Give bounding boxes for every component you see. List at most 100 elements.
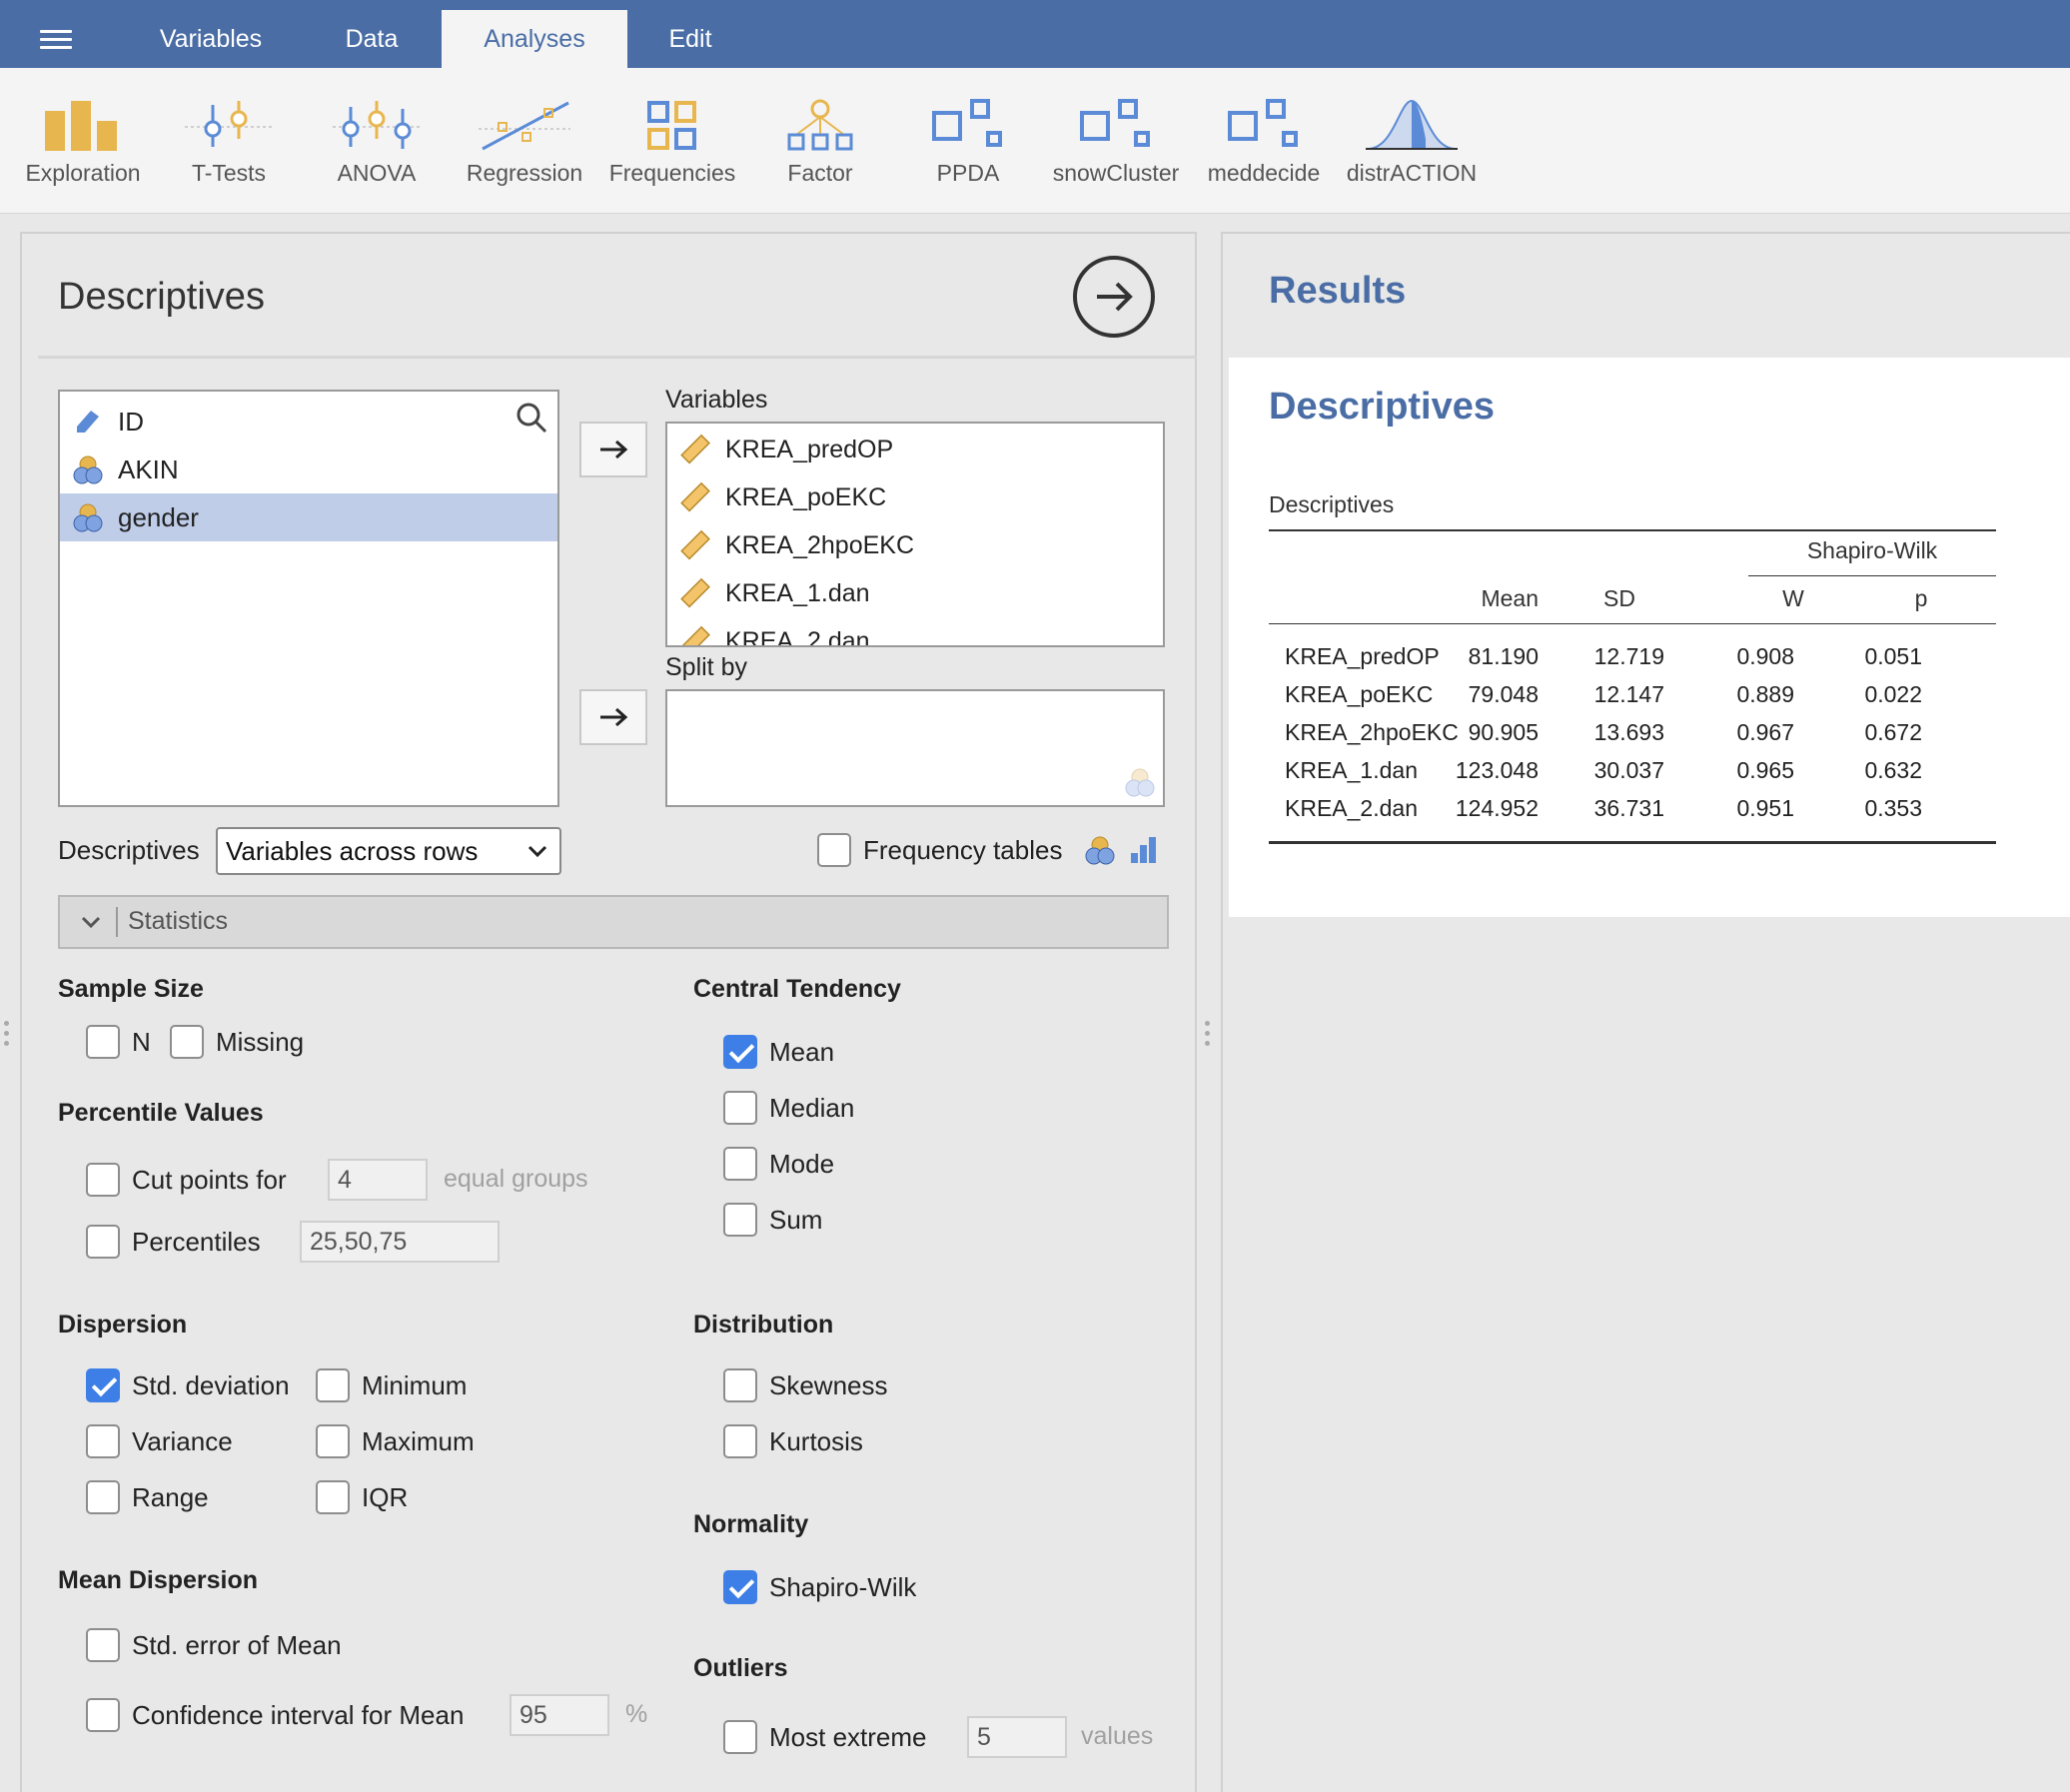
ribbon-ttests[interactable]: T-Tests [156, 96, 302, 187]
tab-data[interactable]: Data [294, 10, 450, 68]
target-variable-item[interactable]: KREA_2hpoEKC [677, 521, 914, 569]
ci-mean-input[interactable]: 95 [510, 1694, 609, 1736]
std-deviation-checkbox[interactable] [86, 1368, 120, 1402]
range-checkbox[interactable] [86, 1480, 120, 1514]
ribbon-label: Exploration [25, 160, 141, 186]
cell-sd: 13.693 [1593, 719, 1664, 745]
variable-item-gender[interactable]: gender [60, 493, 557, 541]
cell-mean: 124.952 [1455, 795, 1539, 821]
cell-w: 0.908 [1736, 643, 1794, 669]
shapiro-wilk-header: Shapiro-Wilk [1806, 537, 1938, 563]
ribbon-ppda[interactable]: PPDA [895, 96, 1041, 187]
ribbon-factor[interactable]: Factor [747, 96, 893, 187]
results-title: Results [1269, 270, 1407, 312]
variance-checkbox[interactable] [86, 1424, 120, 1458]
cell-w: 0.967 [1736, 719, 1794, 745]
ci-mean-checkbox[interactable] [86, 1698, 120, 1732]
variable-label: KREA_1.dan [725, 578, 870, 607]
variable-label: AKIN [118, 453, 179, 484]
ribbon-snowcluster[interactable]: snowCluster [1043, 96, 1189, 187]
available-variables-list[interactable]: ID AKIN gender [58, 390, 559, 807]
chevron-down-icon [81, 916, 101, 929]
ribbon-anova[interactable]: ANOVA [304, 96, 450, 187]
n-checkbox[interactable] [86, 1025, 120, 1059]
ribbon-meddecide[interactable]: meddecide [1191, 96, 1337, 187]
tab-analyses[interactable]: Analyses [442, 10, 627, 68]
ttests-icon [156, 96, 302, 156]
run-analysis-button[interactable] [1073, 256, 1155, 338]
variable-label: ID [118, 406, 144, 437]
iqr-checkbox[interactable] [316, 1480, 350, 1514]
ribbon-label: Frequencies [608, 160, 736, 186]
percentiles-checkbox[interactable] [86, 1225, 120, 1259]
range-label: Range [132, 1482, 209, 1512]
ribbon-frequencies[interactable]: Frequencies [599, 96, 745, 187]
cell-w: 0.951 [1736, 795, 1794, 821]
tab-edit[interactable]: Edit [627, 10, 753, 68]
cell-p: 0.672 [1864, 719, 1922, 745]
minimum-checkbox[interactable] [316, 1368, 350, 1402]
variable-label: KREA_poEKC [725, 482, 887, 511]
column-header-p: p [1914, 585, 1928, 611]
variable-label: KREA_2hpoEKC [725, 530, 915, 559]
header-rule [1269, 623, 1996, 624]
most-extreme-checkbox[interactable] [723, 1720, 757, 1754]
maximum-label: Maximum [362, 1426, 475, 1456]
central-tendency-title: Central Tendency [693, 975, 901, 1003]
median-checkbox[interactable] [723, 1091, 757, 1125]
kurtosis-checkbox[interactable] [723, 1424, 757, 1458]
variables-target-list[interactable]: KREA_predOP KREA_poEKC KREA_2hpoEKC KREA… [665, 422, 1165, 647]
id-icon [72, 406, 104, 438]
statistics-section-header[interactable]: Statistics [58, 895, 1169, 949]
target-variable-item[interactable]: KREA_2.dan [677, 617, 870, 645]
ribbon-regression[interactable]: Regression [452, 96, 597, 187]
splitby-target-list[interactable] [665, 689, 1165, 807]
mean-checkbox[interactable] [723, 1035, 757, 1069]
column-header-sd: SD [1603, 585, 1635, 611]
target-variable-item[interactable]: KREA_predOP [677, 426, 893, 473]
cut-points-checkbox[interactable] [86, 1163, 120, 1197]
shapiro-wilk-checkbox[interactable] [723, 1570, 757, 1604]
nominal-icon [72, 453, 104, 485]
percentiles-input[interactable]: 25,50,75 [300, 1221, 500, 1263]
chevron-down-icon [527, 845, 547, 858]
std-error-mean-checkbox[interactable] [86, 1628, 120, 1662]
shapiro-wilk-label: Shapiro-Wilk [769, 1572, 917, 1602]
n-label: N [132, 1027, 151, 1057]
move-to-variables-button[interactable] [579, 422, 647, 477]
missing-checkbox[interactable] [170, 1025, 204, 1059]
distribution-title: Distribution [693, 1311, 834, 1339]
target-variable-item[interactable]: KREA_poEKC [677, 473, 886, 521]
maximum-checkbox[interactable] [316, 1424, 350, 1458]
outliers-title: Outliers [693, 1654, 788, 1682]
cell-mean: 79.048 [1468, 681, 1539, 707]
distribution-icon [1339, 96, 1485, 156]
module-icon [1043, 96, 1189, 156]
percentiles-label: Percentiles [132, 1227, 261, 1257]
variable-item-akin[interactable]: AKIN [60, 446, 557, 493]
resize-handle[interactable] [1205, 1021, 1211, 1051]
ribbon-exploration[interactable]: Exploration [10, 96, 156, 187]
descriptives-layout-select[interactable]: Variables across rows [216, 827, 561, 875]
cell-sd: 12.147 [1593, 681, 1664, 707]
sum-checkbox[interactable] [723, 1203, 757, 1237]
menu-icon[interactable] [40, 30, 72, 52]
frequencies-icon [599, 96, 745, 156]
variable-item-id[interactable]: ID [60, 398, 557, 446]
move-to-splitby-button[interactable] [579, 689, 647, 745]
continuous-icon [680, 481, 710, 512]
cell-w: 0.889 [1736, 681, 1794, 707]
mode-checkbox[interactable] [723, 1147, 757, 1181]
resize-handle[interactable] [4, 1021, 10, 1051]
tab-variables[interactable]: Variables [128, 10, 294, 68]
frequency-tables-checkbox[interactable] [817, 833, 851, 867]
cut-points-input[interactable]: 4 [328, 1159, 428, 1201]
variables-target-label: Variables [665, 386, 768, 414]
skewness-checkbox[interactable] [723, 1368, 757, 1402]
cell-sd: 12.719 [1593, 643, 1664, 669]
regression-icon [452, 96, 597, 156]
most-extreme-input[interactable]: 5 [967, 1716, 1067, 1758]
iqr-label: IQR [362, 1482, 409, 1512]
ribbon-distraction[interactable]: distrACTION [1339, 96, 1485, 187]
target-variable-item[interactable]: KREA_1.dan [677, 569, 870, 617]
